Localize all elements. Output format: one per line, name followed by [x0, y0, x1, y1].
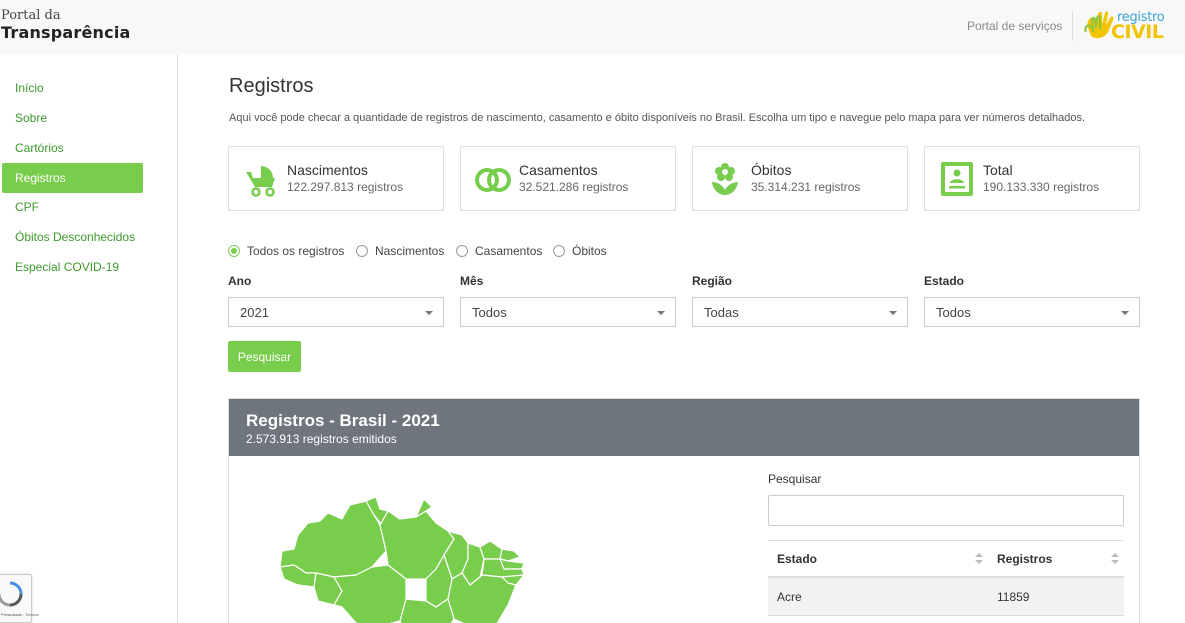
page-title: Registros	[229, 75, 314, 97]
sidebar-item-especial-covid[interactable]: Especial COVID-19	[2, 252, 143, 282]
filter-label-regiao: Região	[692, 274, 733, 288]
panel-title: Registros - Brasil - 2021	[246, 411, 440, 430]
radio-label: Nascimentos	[375, 244, 445, 258]
recaptcha-text: Privacidade - Termos	[1, 612, 39, 617]
brand-main-text: Transparência	[1, 23, 131, 42]
sort-icon[interactable]	[975, 553, 983, 565]
table-search-input[interactable]	[768, 495, 1124, 526]
sort-icon[interactable]	[1111, 553, 1119, 565]
card-total: Total 190.133.330 registros	[924, 146, 1140, 211]
sidebar-item-obitos-desconhecidos[interactable]: Óbitos Desconhecidos	[2, 222, 143, 252]
radio-label: Todos os registros	[247, 244, 345, 258]
card-title: Casamentos	[519, 162, 598, 178]
cell-estado: Acre	[777, 590, 802, 604]
logo-text-civil: CIVIL	[1111, 21, 1164, 43]
chevron-down-icon	[1121, 311, 1129, 315]
sidebar-item-inicio[interactable]: Início	[2, 73, 143, 103]
card-count: 190.133.330 registros	[983, 180, 1100, 194]
chevron-down-icon	[425, 311, 433, 315]
panel-header: Registros - Brasil - 2021 2.573.913 regi…	[229, 399, 1139, 456]
ano-select[interactable]: 2021	[228, 297, 444, 327]
chevron-down-icon	[889, 311, 897, 315]
header-divider	[1072, 11, 1073, 41]
filter-label-ano: Ano	[228, 274, 252, 288]
column-header-registros[interactable]: Registros	[997, 541, 1052, 577]
map-state-ba	[447, 572, 517, 623]
estado-select[interactable]: Todos	[924, 297, 1140, 327]
select-value: Todos	[936, 305, 971, 320]
recaptcha-icon	[0, 581, 23, 607]
states-table: Estado Registros Acre 11859	[768, 540, 1124, 616]
flower-icon	[712, 163, 738, 195]
radio-label: Casamentos	[475, 244, 543, 258]
table-header: Estado Registros	[768, 540, 1124, 578]
radio-circle	[228, 245, 240, 257]
sidebar-item-cartorios[interactable]: Cartórios	[2, 133, 143, 163]
map-state-go	[399, 598, 455, 623]
card-casamentos: Casamentos 32.521.286 registros	[460, 146, 676, 211]
document-icon	[941, 162, 973, 196]
sidebar-item-sobre[interactable]: Sobre	[2, 103, 143, 133]
chevron-down-icon	[657, 311, 665, 315]
filter-label-mes: Mês	[460, 274, 484, 288]
brand-top-text: Portal da	[1, 8, 61, 23]
mes-select[interactable]: Todos	[460, 297, 676, 327]
card-count: 122.297.813 registros	[287, 180, 404, 194]
card-title: Total	[983, 162, 1013, 178]
card-count: 35.314.231 registros	[751, 180, 861, 194]
stroller-icon	[246, 166, 275, 197]
select-value: Todas	[704, 305, 739, 320]
page-description: Aqui você pode checar a quantidade de re…	[229, 112, 1086, 124]
card-nascimentos: Nascimentos 122.297.813 registros	[228, 146, 444, 211]
table-row[interactable]: Acre 11859	[768, 578, 1124, 616]
header: Portal da Transparência Portal de serviç…	[0, 0, 1185, 54]
registro-civil-logo[interactable]: registro CIVIL	[1084, 10, 1170, 43]
map-state-ce	[479, 540, 503, 560]
sidebar-item-cpf[interactable]: CPF	[2, 192, 143, 222]
table-search-label: Pesquisar	[768, 472, 822, 486]
column-header-estado[interactable]: Estado	[777, 541, 817, 577]
cell-registros: 11859	[997, 590, 1030, 604]
card-count: 32.521.286 registros	[519, 180, 629, 194]
select-value: Todos	[472, 305, 507, 320]
rings-icon	[475, 168, 511, 192]
sidebar-item-registros[interactable]: Registros	[2, 163, 143, 193]
select-value: 2021	[240, 305, 269, 320]
registros-panel: Registros - Brasil - 2021 2.573.913 regi…	[228, 398, 1140, 623]
card-title: Nascimentos	[287, 162, 368, 178]
pesquisar-button[interactable]: Pesquisar	[228, 341, 301, 372]
regiao-select[interactable]: Todas	[692, 297, 908, 327]
radio-circle	[356, 245, 368, 257]
radio-circle	[553, 245, 565, 257]
card-obitos: Óbitos 35.314.231 registros	[692, 146, 908, 211]
brand-logo[interactable]: Portal da Transparência	[1, 9, 131, 41]
radio-circle	[456, 245, 468, 257]
sidebar: Início Sobre Cartórios Registros CPF Óbi…	[0, 54, 178, 623]
panel-subtitle: 2.573.913 registros emitidos	[246, 432, 397, 446]
brazil-map[interactable]	[276, 495, 536, 623]
portal-servicos-link[interactable]: Portal de serviços	[967, 19, 1062, 33]
radio-label: Óbitos	[572, 244, 607, 258]
recaptcha-badge[interactable]: Privacidade - Termos	[0, 574, 39, 623]
filter-label-estado: Estado	[924, 274, 965, 288]
card-title: Óbitos	[751, 162, 792, 178]
